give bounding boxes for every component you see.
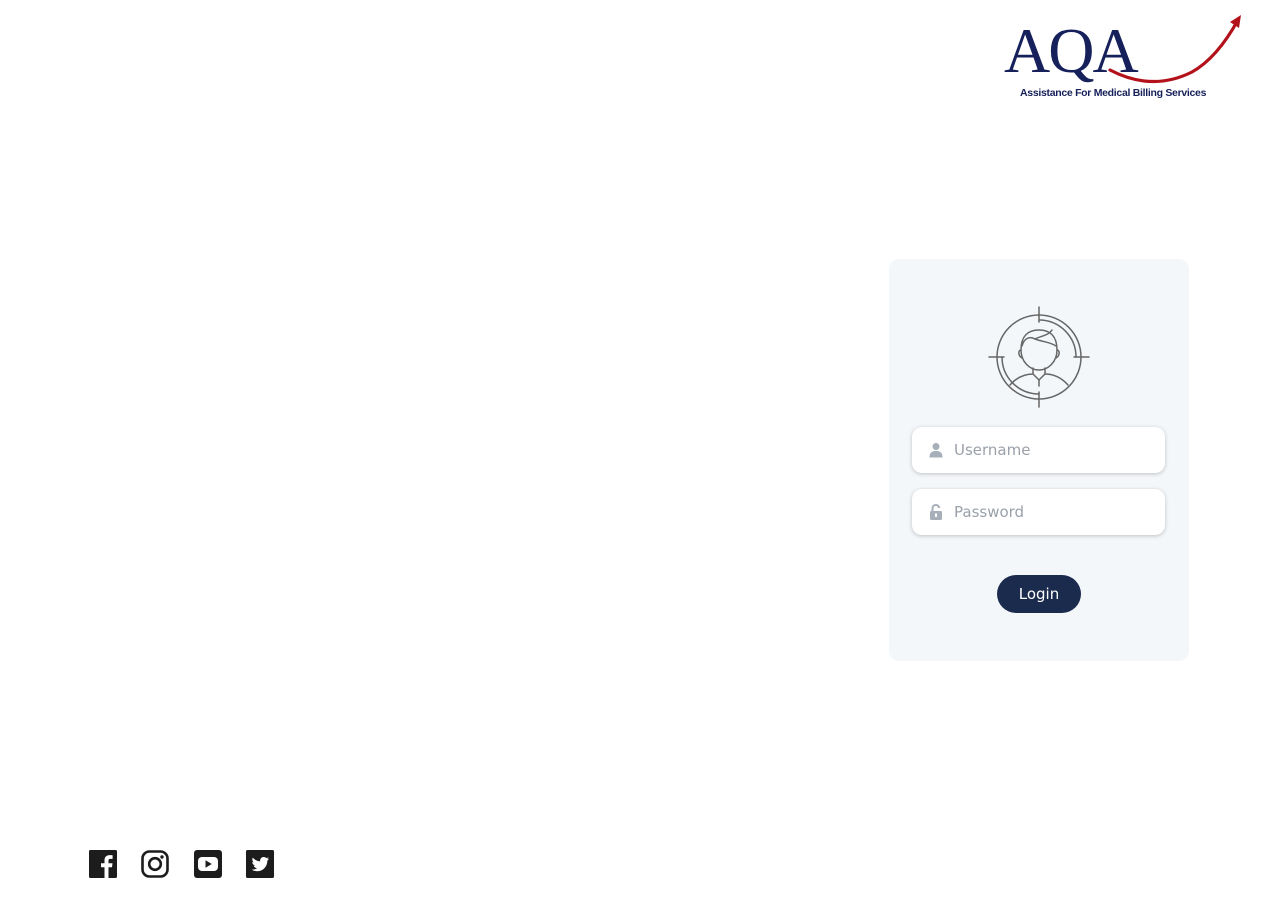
twitter-icon <box>246 850 274 878</box>
youtube-link[interactable] <box>194 850 222 878</box>
svg-text:AQA: AQA <box>1004 15 1138 86</box>
login-card: Login <box>889 259 1189 661</box>
username-input[interactable] <box>954 427 1154 473</box>
instagram-icon <box>141 850 169 878</box>
facebook-icon <box>89 850 117 878</box>
youtube-icon <box>194 850 222 878</box>
login-button[interactable]: Login <box>997 575 1081 613</box>
company-logo: AQA Assistance For Medical Billing Servi… <box>1002 12 1246 104</box>
lock-open-icon <box>930 504 942 520</box>
password-input[interactable] <box>954 489 1154 535</box>
user-icon <box>929 443 943 458</box>
password-field[interactable] <box>912 489 1165 535</box>
instagram-link[interactable] <box>141 850 169 878</box>
logo-tagline: Assistance For Medical Billing Services <box>1020 87 1207 99</box>
user-avatar-icon <box>988 306 1090 408</box>
username-field[interactable] <box>912 427 1165 473</box>
login-page: AQA Assistance For Medical Billing Servi… <box>0 0 1273 920</box>
facebook-link[interactable] <box>89 850 117 878</box>
twitter-link[interactable] <box>246 850 274 878</box>
